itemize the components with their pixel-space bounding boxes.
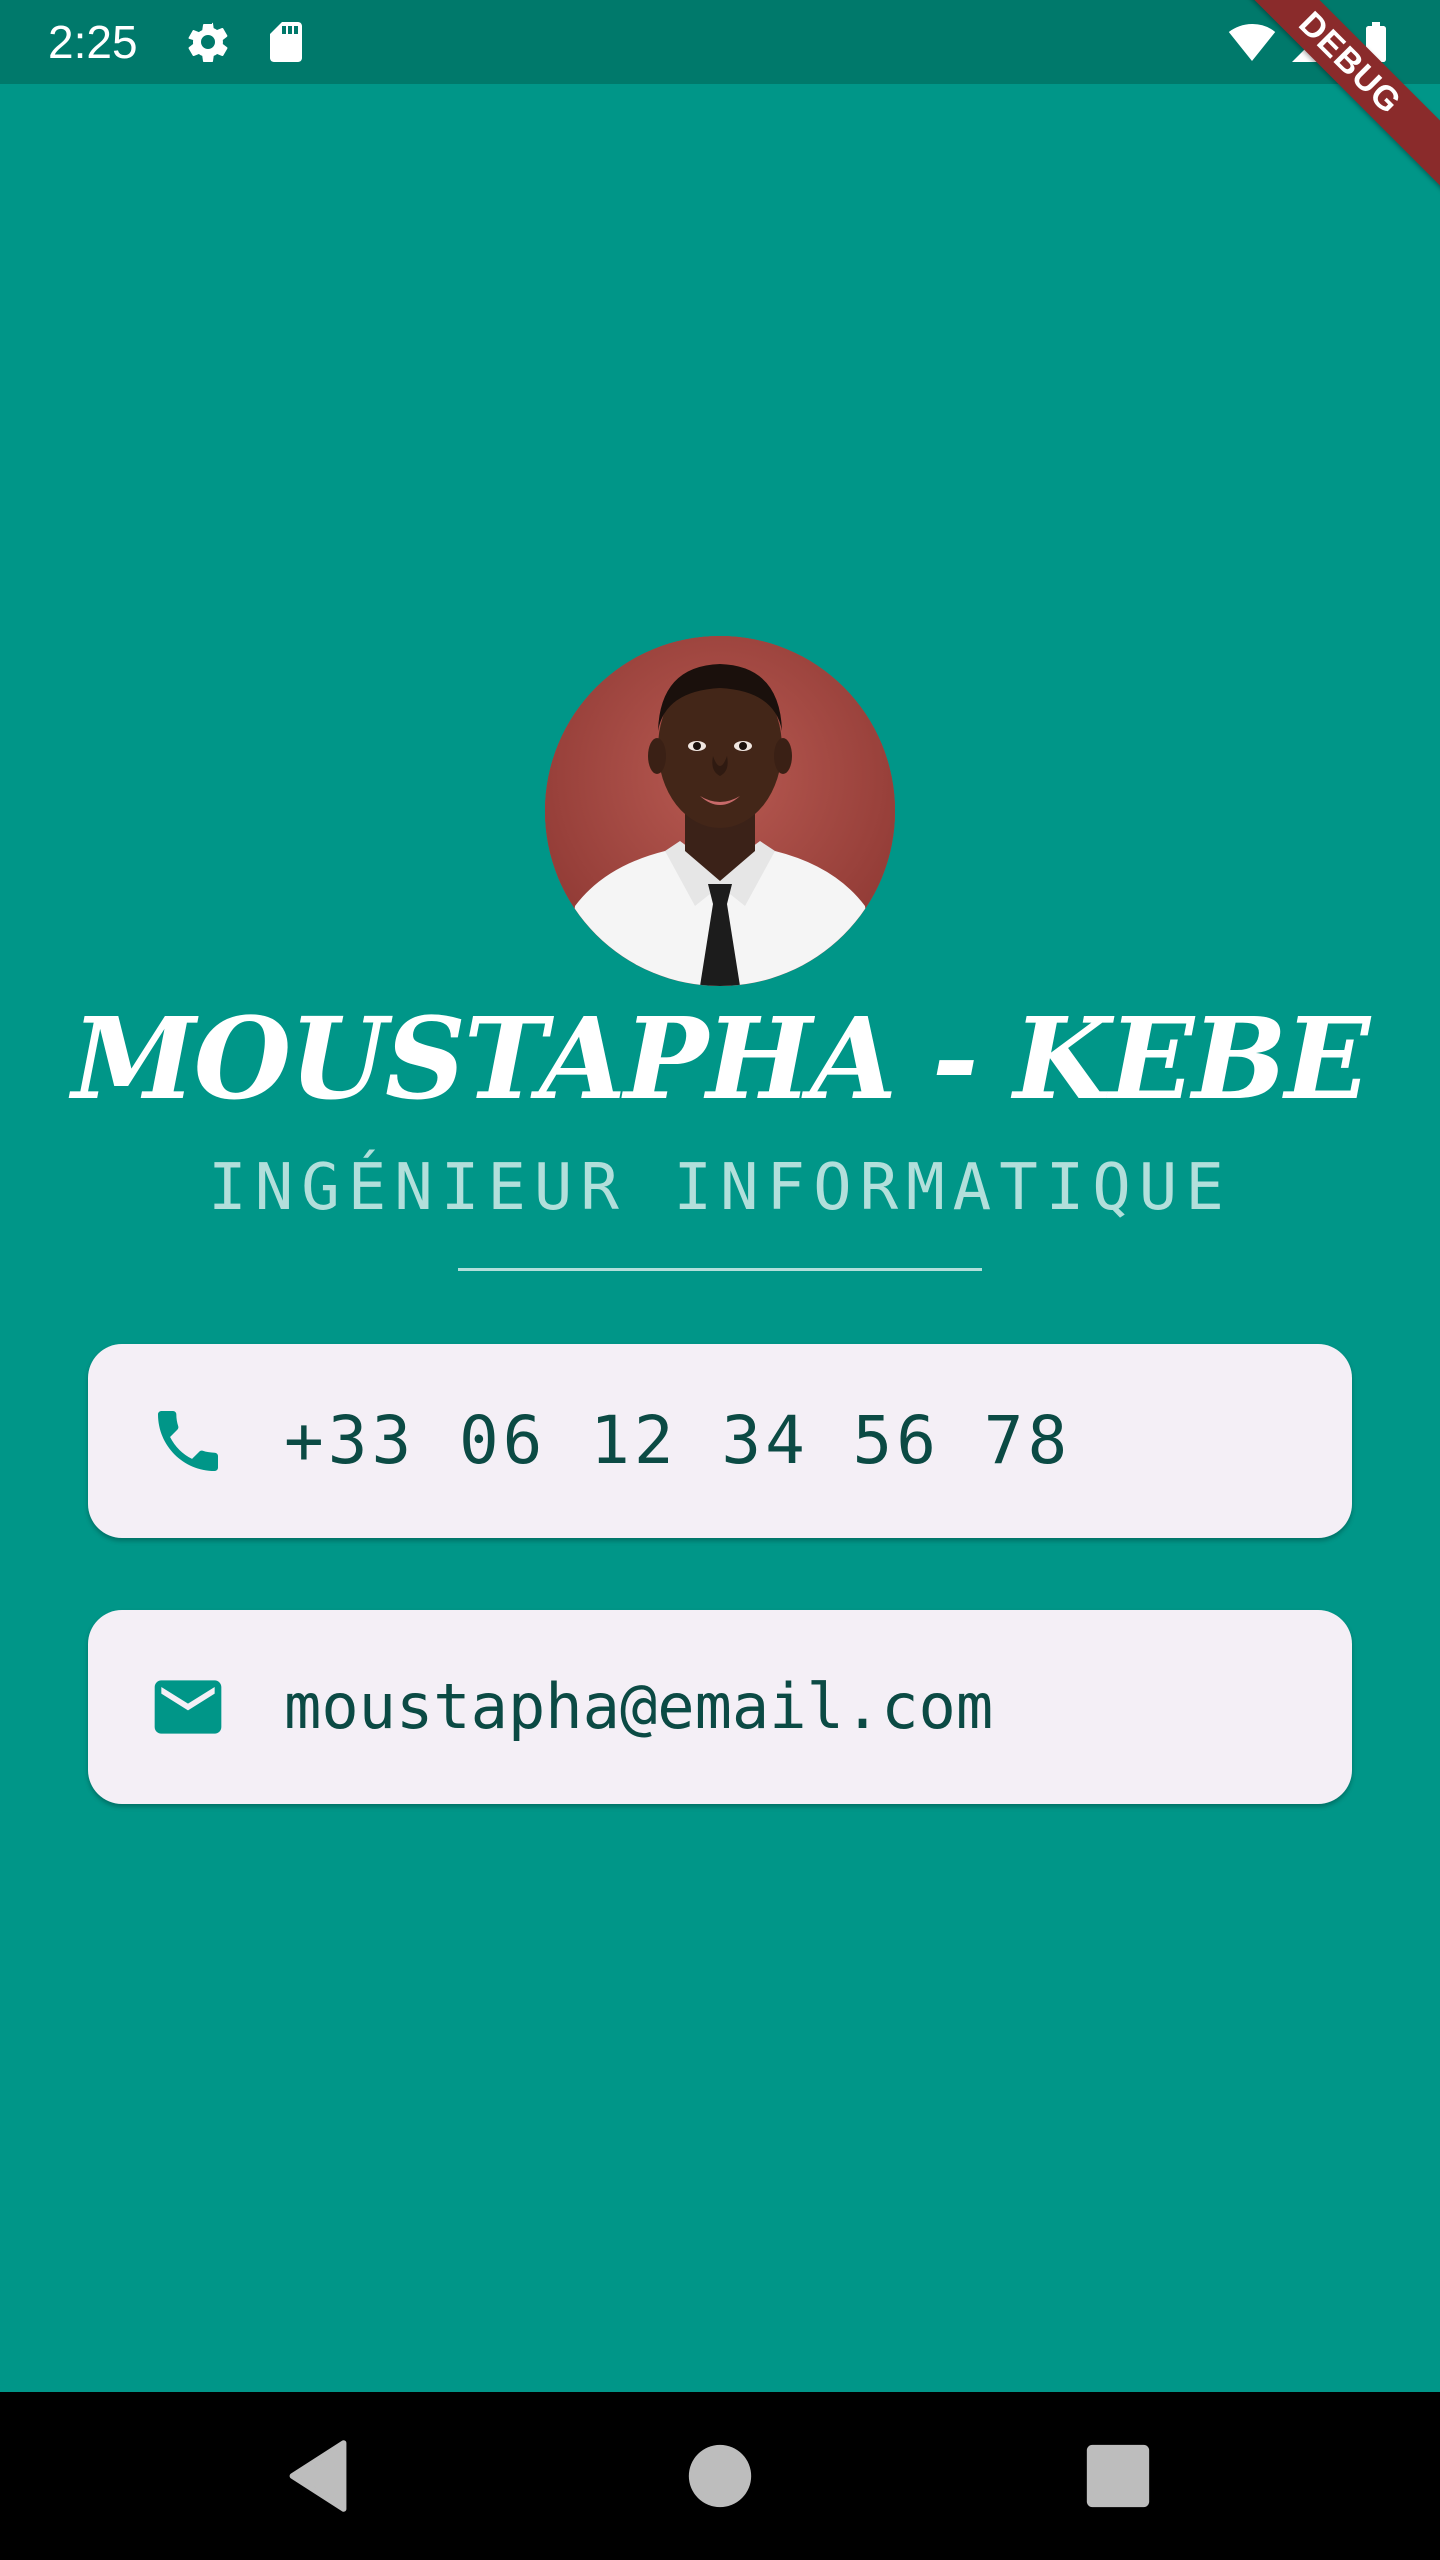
recents-icon[interactable]: [1074, 2432, 1162, 2520]
back-icon[interactable]: [274, 2432, 362, 2520]
status-time: 2:25: [48, 16, 138, 68]
app-screen: 2:25 DEBUG MOUSTAPHA - KEBE INGÉNIEUR IN…: [0, 0, 1440, 2560]
avatar: [545, 636, 895, 986]
mail-icon: [154, 1680, 222, 1734]
phone-icon: [158, 1411, 218, 1471]
phone-card[interactable]: +33 06 12 34 56 78: [88, 1344, 1352, 1538]
navigation-bar: [0, 2392, 1440, 2560]
email-address: moustapha@email.com: [284, 1670, 994, 1743]
phone-number: +33 06 12 34 56 78: [284, 1402, 1072, 1479]
sd-card-icon: [270, 22, 302, 62]
profile-photo-icon: [545, 636, 895, 986]
profile-title: INGÉNIEUR INFORMATIQUE: [208, 1151, 1232, 1225]
profile-name: MOUSTAPHA - KEBE: [71, 994, 1370, 1125]
gear-icon: [188, 22, 228, 63]
wifi-icon: [1228, 23, 1276, 61]
status-bar: 2:25 DEBUG: [0, 0, 1440, 207]
divider: [458, 1268, 982, 1271]
email-card[interactable]: moustapha@email.com: [88, 1610, 1352, 1804]
home-icon[interactable]: [676, 2432, 764, 2520]
